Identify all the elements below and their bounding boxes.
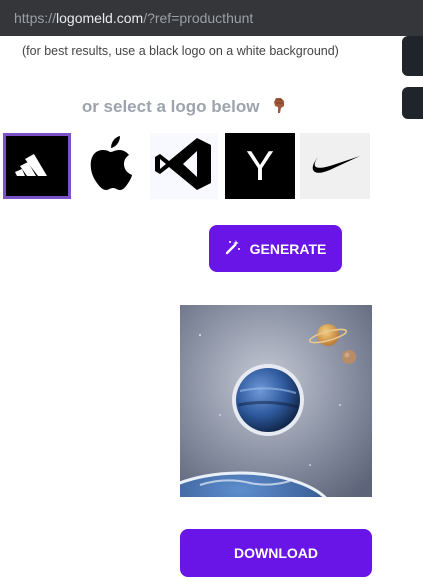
adidas-icon bbox=[15, 146, 59, 187]
generated-image bbox=[180, 305, 372, 497]
select-logo-heading: or select a logo below bbox=[0, 96, 370, 119]
url-suffix: /?ref=producthunt bbox=[143, 10, 254, 26]
address-bar[interactable]: https://logomeld.com/?ref=producthunt bbox=[0, 0, 423, 36]
side-panel-button-bottom[interactable] bbox=[402, 87, 423, 119]
logo-option-adidas[interactable] bbox=[3, 133, 71, 199]
logo-option-apple[interactable] bbox=[76, 133, 144, 199]
pointing-down-hand-icon bbox=[270, 96, 288, 119]
logo-option-nike[interactable] bbox=[300, 133, 370, 199]
url-domain: logomeld.com bbox=[56, 10, 144, 26]
select-logo-text: or select a logo below bbox=[81, 97, 260, 116]
download-label: DOWNLOAD bbox=[234, 545, 318, 561]
generate-label: GENERATE bbox=[249, 240, 327, 257]
magic-wand-icon bbox=[225, 239, 241, 258]
logo-option-vscode[interactable] bbox=[150, 133, 218, 199]
logo-option-ycombinator[interactable]: Y bbox=[225, 133, 295, 199]
upload-hint: (for best results, use a black logo on a… bbox=[22, 44, 339, 58]
side-panel-button-top[interactable] bbox=[402, 36, 423, 76]
vscode-icon bbox=[153, 135, 215, 198]
download-button[interactable]: DOWNLOAD bbox=[180, 529, 372, 577]
url-prefix: https:// bbox=[14, 10, 57, 26]
y-letter-icon: Y bbox=[245, 142, 274, 189]
apple-icon bbox=[84, 134, 136, 199]
swoosh-icon bbox=[308, 151, 362, 182]
generate-button[interactable]: GENERATE bbox=[209, 225, 342, 272]
